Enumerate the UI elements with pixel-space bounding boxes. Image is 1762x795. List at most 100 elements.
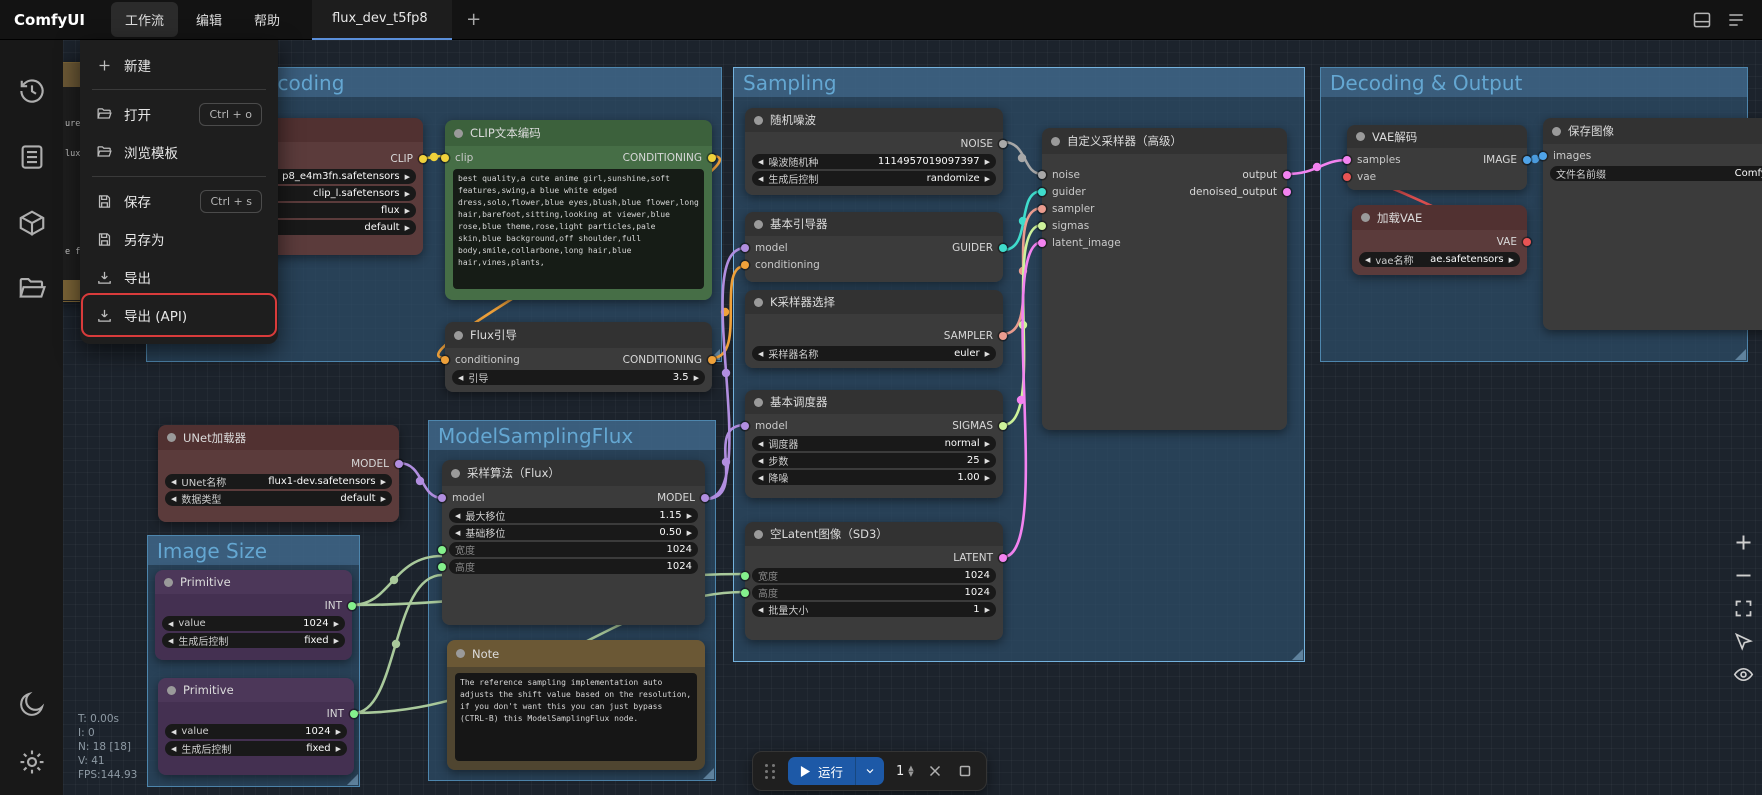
widget-width-input[interactable]: 宽度1024 (752, 568, 996, 583)
widget-right-arrow[interactable] (405, 171, 410, 182)
widget-vae-name[interactable]: vae名称ae.safetensors (1359, 252, 1520, 267)
cancel-icon[interactable] (926, 762, 944, 780)
widget-right-arrow[interactable] (985, 472, 990, 483)
node-header[interactable]: 保存图像 (1543, 118, 1762, 144)
node-header[interactable]: 基本引导器 (745, 212, 1003, 236)
node-collapse-dot[interactable] (1361, 213, 1370, 222)
node-collapse-dot[interactable] (1552, 127, 1561, 136)
widget-right-arrow[interactable] (405, 188, 410, 199)
output-slot-conditioning[interactable] (708, 356, 716, 364)
node-clip-text-encode[interactable]: CLIP文本编码 clip CONDITIONING best quality,… (445, 120, 712, 300)
widget-type[interactable]: flux (257, 203, 416, 218)
widget-left-arrow[interactable] (168, 635, 173, 646)
widget-value[interactable]: value1024 (165, 724, 347, 739)
toolbar-drag-handle[interactable] (765, 764, 776, 779)
node-header[interactable]: 采样算法（Flux） (442, 460, 705, 486)
widget-right-arrow[interactable] (405, 205, 410, 216)
widget-left-arrow[interactable] (758, 455, 763, 466)
input-slot-clip[interactable] (441, 154, 449, 162)
node-collapse-dot[interactable] (754, 220, 763, 229)
widget-value[interactable]: value1024 (162, 616, 345, 631)
node-primitive-width[interactable]: Primitive INT value1024 生成后控制fixed (155, 570, 352, 660)
node-header[interactable]: Note (447, 640, 705, 667)
batch-count-stepper[interactable]: 1 ▲▼ (896, 764, 914, 779)
menu-item-save[interactable]: 保存 Ctrl + s (84, 182, 274, 220)
node-collapse-dot[interactable] (1356, 132, 1365, 141)
group-title[interactable]: Decoding & Output (1321, 68, 1747, 97)
widget-right-arrow[interactable] (405, 222, 410, 233)
workflow-list-icon[interactable] (1726, 10, 1746, 30)
node-header[interactable]: 基本调度器 (745, 390, 1003, 414)
widget-guidance[interactable]: 引导3.5 (452, 370, 705, 385)
node-header[interactable]: Flux引导 (445, 322, 712, 348)
prompt-textarea[interactable]: best quality,a cute anime girl,sunshine,… (453, 169, 704, 289)
node-unet-loader[interactable]: UNet加载器 MODEL UNet名称flux1-dev.safetensor… (158, 425, 399, 522)
node-header[interactable]: 加载VAE (1352, 205, 1527, 230)
widget-left-arrow[interactable] (458, 372, 463, 383)
widget-left-arrow[interactable] (171, 726, 176, 737)
output-slot-int[interactable] (348, 602, 356, 610)
history-icon[interactable] (17, 76, 47, 106)
node-model-sampling-flux[interactable]: 采样算法（Flux） model MODEL 最大移位1.15 基础移位0.50… (442, 460, 705, 625)
widget-right-arrow[interactable] (687, 527, 692, 538)
output-slot-int[interactable] (350, 710, 358, 718)
note-textarea[interactable]: The reference sampling implementation au… (455, 673, 697, 761)
output-slot-sampler[interactable] (999, 332, 1007, 340)
widget-right-arrow[interactable] (381, 493, 386, 504)
widget-right-arrow[interactable] (985, 455, 990, 466)
menu-item-new[interactable]: 新建 (84, 46, 274, 84)
node-header[interactable]: 随机噪波 (745, 108, 1003, 132)
widget-scheduler[interactable]: 调度器normal (752, 436, 996, 451)
widget-control-after-generate[interactable]: 生成后控制fixed (162, 633, 345, 648)
output-slot-latent[interactable] (999, 554, 1007, 562)
node-basic-scheduler[interactable]: 基本调度器 model SIGMAS 调度器normal 步数25 降噪1.00 (745, 390, 1003, 498)
widget-right-arrow[interactable] (334, 618, 339, 629)
node-empty-latent-sd3[interactable]: 空Latent图像（SD3） LATENT 宽度1024 高度1024 批量大小… (745, 522, 1003, 640)
run-options-chevron[interactable] (856, 765, 884, 777)
widget-left-arrow[interactable] (171, 493, 176, 504)
bottom-panel-icon[interactable] (1692, 10, 1712, 30)
node-header[interactable]: UNet加载器 (158, 425, 399, 450)
widget-right-arrow[interactable] (985, 438, 990, 449)
settings-gear-icon[interactable] (17, 747, 47, 777)
widget-right-arrow[interactable] (694, 372, 699, 383)
input-slot-images[interactable] (1539, 152, 1547, 160)
theme-moon-icon[interactable] (17, 689, 47, 719)
input-slot-sigmas[interactable] (1038, 222, 1046, 230)
widget-left-arrow[interactable] (171, 743, 176, 754)
menu-item-browse-templates[interactable]: 浏览模板 (84, 133, 274, 171)
group-title[interactable]: Image Size (148, 536, 359, 565)
widget-left-arrow[interactable] (455, 510, 460, 521)
menu-item-save-as[interactable]: 另存为 (84, 220, 274, 258)
output-slot-output[interactable] (1283, 171, 1291, 179)
input-slot-samples[interactable] (1343, 156, 1351, 164)
widget-clip-name2[interactable]: clip_l.safetensors (257, 186, 416, 201)
menu-edit[interactable]: 编辑 (182, 2, 236, 37)
output-slot-image[interactable] (1523, 156, 1531, 164)
widget-left-arrow[interactable] (1365, 254, 1370, 265)
stepper-carets[interactable]: ▲▼ (908, 765, 913, 777)
node-vae-loader[interactable]: 加载VAE VAE vae名称ae.safetensors (1352, 205, 1527, 275)
input-slot-width[interactable] (741, 572, 749, 580)
widget-steps[interactable]: 步数25 (752, 453, 996, 468)
node-library-icon[interactable] (17, 142, 47, 172)
widget-height-input[interactable]: 高度1024 (449, 559, 698, 574)
node-ksampler-select[interactable]: K采样器选择 SAMPLER 采样器名称euler (745, 290, 1003, 368)
widget-right-arrow[interactable] (336, 743, 341, 754)
workflows-folder-icon[interactable] (17, 274, 47, 304)
zoom-in-icon[interactable] (1733, 532, 1754, 553)
node-header[interactable]: 空Latent图像（SD3） (745, 522, 1003, 546)
node-collapse-dot[interactable] (164, 578, 173, 587)
output-slot-conditioning[interactable] (708, 154, 716, 162)
widget-right-arrow[interactable] (985, 173, 990, 184)
widget-right-arrow[interactable] (334, 635, 339, 646)
widget-left-arrow[interactable] (758, 156, 763, 167)
input-slot-vae[interactable] (1343, 173, 1351, 181)
menu-workflow[interactable]: 工作流 (111, 2, 178, 37)
widget-width-input[interactable]: 宽度1024 (449, 542, 698, 557)
node-note[interactable]: Note The reference sampling implementati… (447, 640, 705, 770)
run-button[interactable]: 运行 (788, 762, 855, 781)
input-slot-conditioning[interactable] (441, 356, 449, 364)
output-slot-clip[interactable] (419, 155, 427, 163)
node-collapse-dot[interactable] (1051, 137, 1060, 146)
